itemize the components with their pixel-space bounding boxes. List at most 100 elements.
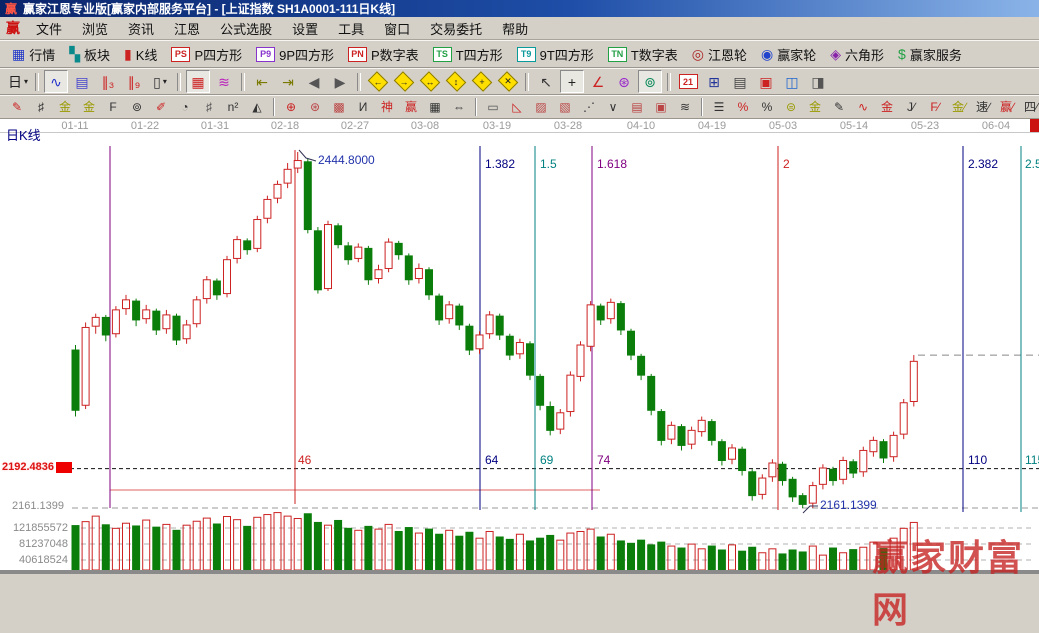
chart-levels-button[interactable]: ☰ bbox=[708, 97, 730, 117]
toolbar-t-square-button[interactable]: TST四方形 bbox=[426, 44, 510, 65]
toolbar-quotes-button[interactable]: ▦行情 bbox=[5, 44, 62, 65]
toolbar-t-number-table-button[interactable]: TNT数字表 bbox=[601, 44, 685, 65]
pan-right-button[interactable]: → bbox=[392, 71, 416, 92]
percent-tool-button[interactable]: % bbox=[756, 97, 778, 117]
step-forward-button[interactable]: ▶ bbox=[328, 70, 352, 93]
export-button[interactable]: ◫ bbox=[780, 70, 804, 93]
toolbar-winner-service-button[interactable]: $赢家服务 bbox=[891, 44, 969, 65]
save-button[interactable]: ▣ bbox=[754, 70, 778, 93]
spiral-button[interactable]: ⊚ bbox=[126, 97, 148, 117]
win-line-button[interactable]: 赢∕ bbox=[996, 97, 1018, 117]
grid-123-button[interactable]: ▦ bbox=[424, 97, 446, 117]
draw-pencil-b-button[interactable]: ✐ bbox=[150, 97, 172, 117]
grid-4-button[interactable]: ▦ bbox=[186, 70, 210, 93]
toolbar-gann-wheel-button[interactable]: ◎江恩轮 bbox=[685, 44, 754, 65]
pan-left-button[interactable]: ← bbox=[366, 71, 390, 92]
toolbar-kline-button[interactable]: ▮K线 bbox=[117, 44, 164, 65]
gold-section-a-button[interactable]: 金 bbox=[54, 97, 76, 117]
gold-levels-button[interactable]: 金 bbox=[804, 97, 826, 117]
time-circle-button[interactable]: ◔ bbox=[174, 97, 196, 117]
menu-settings[interactable]: 设置 bbox=[282, 17, 328, 40]
gold-circle-button[interactable]: ⊜ bbox=[780, 97, 802, 117]
menu-window[interactable]: 窗口 bbox=[374, 17, 420, 40]
slope-lines-button[interactable]: ≋ bbox=[674, 97, 696, 117]
angle-tool-button[interactable]: ∠ bbox=[586, 70, 610, 93]
menu-gann[interactable]: 江恩 bbox=[164, 17, 210, 40]
candle-style-dropdown-icon[interactable]: ▾ bbox=[163, 77, 167, 86]
zoom-vertical-button[interactable]: ↕ bbox=[444, 71, 468, 92]
notes-button[interactable]: ▤ bbox=[728, 70, 752, 93]
profile-chart-button[interactable]: ≋ bbox=[212, 70, 236, 93]
menu-tools[interactable]: 工具 bbox=[328, 17, 374, 40]
zoom-in-all-button[interactable]: + bbox=[470, 71, 494, 92]
minor-cycle-9-button[interactable]: ∥₉ bbox=[122, 70, 146, 93]
menu-file[interactable]: 文件 bbox=[26, 17, 72, 40]
toolbar-winner-wheel-button[interactable]: ◉赢家轮 bbox=[754, 44, 823, 65]
circle-target-button[interactable]: ⊕ bbox=[280, 97, 302, 117]
menu-trade-entrust[interactable]: 交易委托 bbox=[420, 17, 492, 40]
minor-cycle-3-button[interactable]: ∥₃ bbox=[96, 70, 120, 93]
zoom-horizontal-button[interactable]: ↔ bbox=[418, 71, 442, 92]
f-ruler-button[interactable]: F bbox=[102, 97, 124, 117]
draw-pencil-button[interactable]: ✎ bbox=[6, 97, 28, 117]
hand-tool-button[interactable]: ↖ bbox=[534, 70, 558, 93]
wave-tool-button[interactable]: ∿ bbox=[852, 97, 874, 117]
grid-target-button[interactable]: ▩ bbox=[328, 97, 350, 117]
four-line-button[interactable]: 四∕ bbox=[1020, 97, 1039, 117]
menu-help[interactable]: 帮助 bbox=[492, 17, 538, 40]
sector-tool-button[interactable]: ⊚ bbox=[638, 70, 662, 93]
toolbar-p-square-button[interactable]: PSP四方形 bbox=[164, 44, 249, 65]
title-bar[interactable]: 赢 赢家江恩专业版[赢家内部服务平台] - [上证指数 SH1A0001-111… bbox=[0, 0, 1039, 17]
toolbar-9t-square-button[interactable]: T99T四方形 bbox=[510, 44, 601, 65]
menu-formula-stock-pick[interactable]: 公式选股 bbox=[210, 17, 282, 40]
percent-channel-button[interactable]: % bbox=[732, 97, 754, 117]
crosshair-tool-button[interactable]: + bbox=[560, 70, 584, 93]
gold-section-b-button[interactable]: 金 bbox=[78, 97, 100, 117]
grid-box-a-button[interactable]: ▤ bbox=[626, 97, 648, 117]
toolbar-hexagon-button[interactable]: ◈六角形 bbox=[823, 44, 891, 65]
kline-chart[interactable] bbox=[0, 119, 1039, 580]
menu-browse[interactable]: 浏览 bbox=[72, 17, 118, 40]
speed-line-button[interactable]: 速∕ bbox=[972, 97, 994, 117]
n-quote-button[interactable]: И bbox=[352, 97, 374, 117]
fan-red-button[interactable]: ◺ bbox=[506, 97, 528, 117]
menu-info[interactable]: 资讯 bbox=[118, 17, 164, 40]
ruler-b-button[interactable]: ♯ bbox=[198, 97, 220, 117]
toolbar-p-number-table-button[interactable]: PNP数字表 bbox=[341, 44, 426, 65]
shen-tool-button[interactable]: 神 bbox=[376, 97, 398, 117]
grid-box-b-button[interactable]: ▣ bbox=[650, 97, 672, 117]
toolbar-9p-square-button[interactable]: P99P四方形 bbox=[249, 44, 341, 65]
box-pattern-a-button[interactable]: ▨ bbox=[530, 97, 552, 117]
trend-tool-button[interactable]: ∿ bbox=[44, 70, 68, 93]
goto-first-button[interactable]: ⇤ bbox=[250, 70, 274, 93]
publish-button[interactable]: ◨ bbox=[806, 70, 830, 93]
pencil-bars-button[interactable]: ✎ bbox=[828, 97, 850, 117]
gold-slope-button[interactable]: 金∕ bbox=[948, 97, 970, 117]
gann-wheel-small-button[interactable]: ⊛ bbox=[304, 97, 326, 117]
info-panel-button[interactable]: ▤ bbox=[70, 70, 94, 93]
gold-red-button[interactable]: 金 bbox=[876, 97, 898, 117]
n-squared-button[interactable]: n² bbox=[222, 97, 244, 117]
toolbar-sectors-button[interactable]: ▚板块 bbox=[62, 44, 117, 65]
goto-last-button[interactable]: ⇥ bbox=[276, 70, 300, 93]
calculator-button[interactable]: ⊞ bbox=[702, 70, 726, 93]
period-day-dropdown-icon[interactable]: ▾ bbox=[24, 77, 28, 86]
j-line-button[interactable]: J∕ bbox=[900, 97, 922, 117]
zoom-out-all-button[interactable]: ✕ bbox=[496, 71, 520, 92]
win-tool-button[interactable]: 赢 bbox=[400, 97, 422, 117]
wave-v-button[interactable]: ∨ bbox=[602, 97, 624, 117]
f-line-button[interactable]: F∕ bbox=[924, 97, 946, 117]
angle-mirror-button[interactable]: ◭ bbox=[246, 97, 268, 117]
ruler-comb-button[interactable]: ♯ bbox=[30, 97, 52, 117]
width-arrows-button[interactable]: ⇔ bbox=[448, 97, 470, 117]
calendar-button[interactable]: 21 bbox=[676, 70, 700, 93]
step-back-button[interactable]: ◀ bbox=[302, 70, 326, 93]
candle-style-button[interactable]: ▯▾ bbox=[148, 70, 172, 93]
box-pattern-b-button[interactable]: ▧ bbox=[554, 97, 576, 117]
chart-area[interactable]: 01-1101-2201-3102-1802-2703-0803-1903-28… bbox=[0, 119, 1039, 580]
fan-lines-button[interactable]: ⋰ bbox=[578, 97, 600, 117]
flower-tool-button[interactable]: ⊛ bbox=[612, 70, 636, 93]
box-tool-button[interactable]: ▭ bbox=[482, 97, 504, 117]
scroll-right-marker[interactable] bbox=[1030, 119, 1039, 132]
period-day-button[interactable]: 日▾ bbox=[6, 70, 30, 93]
